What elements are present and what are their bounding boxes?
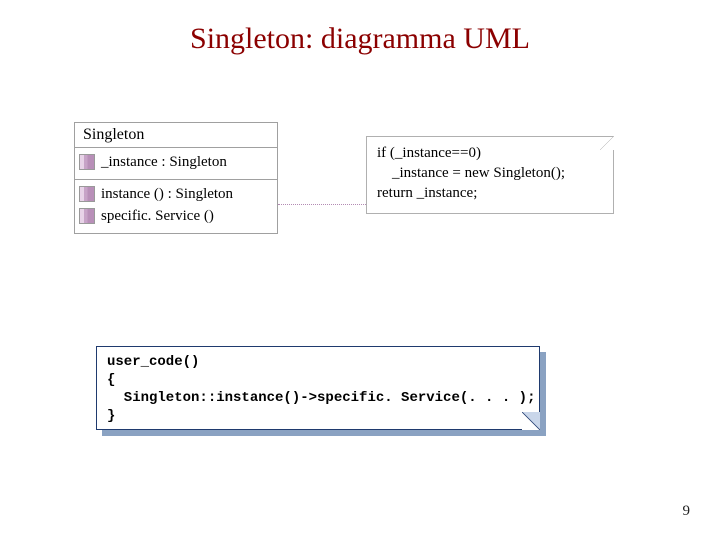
note-fold-icon xyxy=(522,412,540,430)
uml-note: if (_instance==0) _instance = new Single… xyxy=(366,136,614,214)
page-number: 9 xyxy=(683,503,691,520)
uml-attributes-compartment: _instance : Singleton xyxy=(75,148,277,180)
uml-note-connector xyxy=(278,204,366,205)
code-note: user_code() { Singleton::instance()->spe… xyxy=(96,346,540,430)
code-line: { xyxy=(107,371,529,389)
note-line: if (_instance==0) xyxy=(377,143,603,163)
uml-operation-row: specific. Service () xyxy=(79,205,273,227)
note-line: _instance = new Singleton(); xyxy=(377,163,603,183)
visibility-icon xyxy=(79,186,95,202)
note-line: return _instance; xyxy=(377,183,603,203)
visibility-icon xyxy=(79,208,95,224)
uml-attribute-text: _instance : Singleton xyxy=(101,151,227,173)
code-line: user_code() xyxy=(107,353,529,371)
uml-attribute-row: _instance : Singleton xyxy=(79,151,273,173)
uml-class-singleton: Singleton _instance : Singleton instance… xyxy=(74,122,278,234)
uml-operations-compartment: instance () : Singleton specific. Servic… xyxy=(75,180,277,233)
slide-title: Singleton: diagramma UML xyxy=(0,22,720,56)
uml-area: Singleton _instance : Singleton instance… xyxy=(74,122,664,282)
visibility-icon xyxy=(79,154,95,170)
code-line: Singleton::instance()->specific. Service… xyxy=(107,389,529,407)
code-line: } xyxy=(107,407,529,425)
uml-operation-row: instance () : Singleton xyxy=(79,183,273,205)
uml-operation-text: instance () : Singleton xyxy=(101,183,233,205)
uml-operation-text: specific. Service () xyxy=(101,205,214,227)
code-snippet: user_code() { Singleton::instance()->spe… xyxy=(96,346,540,430)
uml-class-name: Singleton xyxy=(75,123,277,148)
